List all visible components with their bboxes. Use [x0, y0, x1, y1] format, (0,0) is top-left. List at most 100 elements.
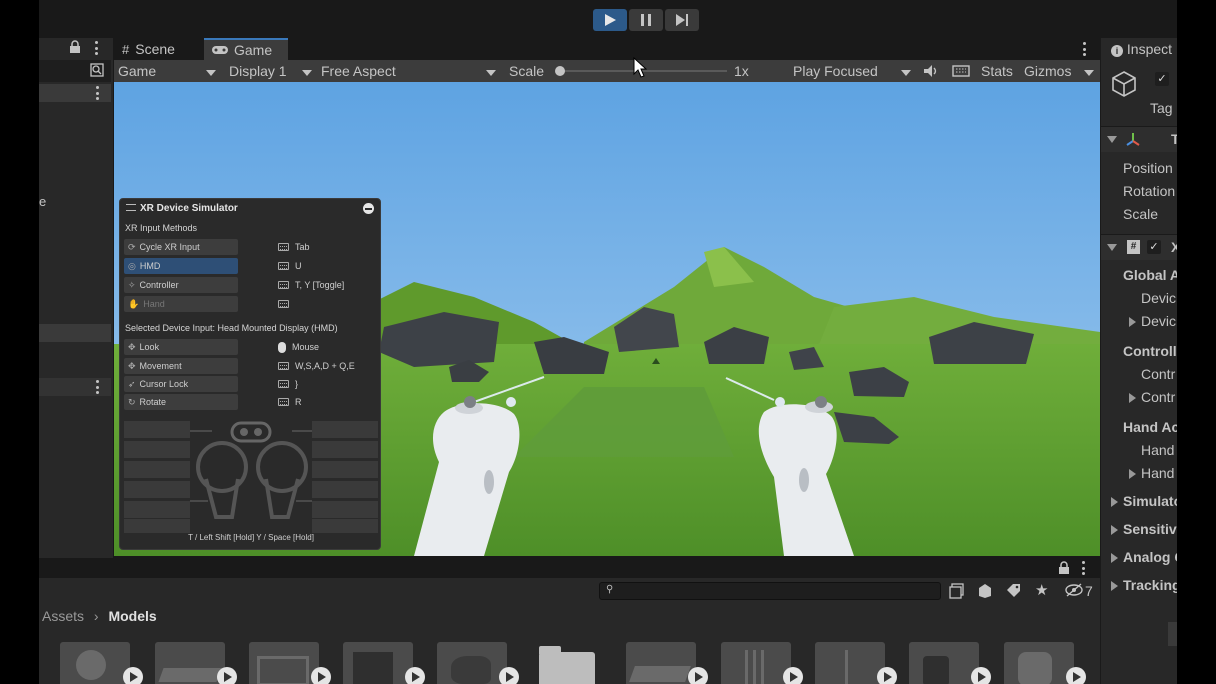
hash-icon: # [122, 41, 130, 57]
drag-handle-icon[interactable] [126, 204, 136, 211]
method-key [278, 296, 295, 312]
asset-thumbnail[interactable] [721, 642, 791, 684]
look-button[interactable]: ✥ Look [124, 339, 238, 355]
cursor-lock-button[interactable]: ➶ Cursor Lock [124, 376, 238, 392]
favorites-star-icon[interactable]: ★ [1035, 581, 1048, 599]
asset-thumbnail[interactable] [249, 642, 319, 684]
gizmos-dropdown[interactable]: Gizmos [1024, 62, 1096, 80]
play-preview-icon[interactable] [1066, 667, 1086, 684]
play-mode-dropdown[interactable]: Play Focused [793, 62, 915, 80]
hierarchy-row[interactable] [39, 378, 111, 396]
action-key: W,S,A,D + Q,E [278, 358, 355, 374]
breadcrumb-assets[interactable]: Assets [42, 608, 84, 624]
step-button[interactable] [665, 9, 699, 31]
inspector-row[interactable]: Contr [1141, 389, 1175, 405]
inspector-row[interactable]: Contr [1141, 366, 1175, 382]
play-preview-icon[interactable] [688, 667, 708, 684]
inspector-foldout[interactable]: Analog C [1123, 549, 1177, 565]
chevron-right-icon[interactable] [1111, 497, 1118, 507]
rotate-button[interactable]: ↻ Rotate [124, 394, 238, 410]
tag-icon[interactable] [1005, 583, 1021, 602]
cycle-icon: ⟳ [128, 241, 136, 252]
component-enabled-checkbox[interactable]: ✓ [1147, 240, 1161, 254]
hidden-packages-icon[interactable] [1065, 583, 1083, 600]
asset-thumbnail[interactable] [1004, 642, 1074, 684]
collapse-icon[interactable] [363, 203, 374, 214]
inspector-row[interactable]: Hand [1141, 465, 1174, 481]
search-icon [90, 63, 104, 80]
hand-button[interactable]: ✋ Hand [124, 296, 238, 312]
search-icon: ⚲ [606, 584, 614, 595]
lock-icon[interactable] [1058, 561, 1070, 578]
inspector-foldout[interactable]: Tracking [1123, 577, 1177, 593]
action-label: Cursor Lock [139, 379, 189, 389]
project-search-input[interactable]: ⚲ [599, 582, 941, 600]
method-label: Cycle XR Input [139, 242, 200, 252]
pause-button[interactable] [629, 9, 663, 31]
scale-slider-handle[interactable] [555, 66, 565, 76]
hmd-button[interactable]: ◎ HMD [124, 258, 238, 274]
asset-thumbnail[interactable] [60, 642, 130, 684]
xr-device-simulator-panel[interactable]: XR Device Simulator XR Input Methods ⟳ Cy… [119, 198, 381, 550]
chevron-right-icon[interactable] [1111, 553, 1118, 563]
inspector-foldout[interactable]: Simulato [1123, 493, 1177, 509]
chevron-down-icon [206, 70, 216, 76]
breadcrumb-models[interactable]: Models [108, 608, 156, 624]
chevron-right-icon[interactable] [1129, 469, 1136, 479]
play-preview-icon[interactable] [123, 667, 143, 684]
asset-thumbnail[interactable] [626, 642, 696, 684]
tab-scene[interactable]: # Scene [114, 38, 183, 60]
play-preview-icon[interactable] [499, 667, 519, 684]
asset-thumbnail[interactable] [437, 642, 507, 684]
inspector-row[interactable]: Devic [1141, 313, 1176, 329]
asset-thumbnail[interactable] [343, 642, 413, 684]
chevron-right-icon[interactable] [1111, 581, 1118, 591]
mouse-cursor-icon [633, 56, 648, 82]
hierarchy-item-fragment[interactable]: e [39, 194, 46, 209]
keyboard-icon[interactable] [952, 64, 970, 81]
action-label: Rotate [139, 397, 167, 407]
inspector-row[interactable]: Hand [1141, 442, 1174, 458]
row-menu-icon[interactable] [94, 380, 100, 394]
inspector-foldout[interactable]: Sensitiv [1123, 521, 1177, 537]
controller-button[interactable]: ✧ Controller [124, 277, 238, 293]
add-component-button[interactable] [1168, 622, 1177, 646]
play-preview-icon[interactable] [971, 667, 991, 684]
play-button[interactable] [593, 9, 627, 31]
movement-button[interactable]: ✥ Movement [124, 358, 238, 374]
play-preview-icon[interactable] [311, 667, 331, 684]
chevron-right-icon[interactable] [1111, 525, 1118, 535]
tab-scene-label: Scene [135, 41, 175, 57]
project-menu-icon[interactable] [1080, 561, 1086, 575]
play-preview-icon[interactable] [405, 667, 425, 684]
filter-by-type-icon[interactable] [949, 583, 965, 602]
asset-thumbnail[interactable] [909, 642, 979, 684]
inspector-tab[interactable]: i Inspect [1111, 41, 1172, 57]
active-checkbox[interactable]: ✓ [1155, 72, 1169, 86]
hierarchy-menu-icon[interactable] [93, 41, 99, 55]
stats-button[interactable]: Stats [981, 62, 1013, 80]
play-preview-icon[interactable] [783, 667, 803, 684]
audio-icon[interactable] [923, 64, 939, 81]
display-dropdown[interactable]: Display 1 [229, 62, 315, 80]
scene-menu-icon[interactable] [94, 86, 100, 100]
aspect-dropdown[interactable]: Free Aspect [321, 62, 499, 80]
tab-game[interactable]: Game [204, 38, 288, 60]
hierarchy-scene-row[interactable] [39, 84, 111, 102]
inspector-row[interactable]: Devic [1141, 290, 1176, 306]
chevron-right-icon[interactable] [1129, 393, 1136, 403]
chevron-right-icon[interactable] [1129, 317, 1136, 327]
filter-by-label-icon[interactable] [977, 583, 993, 602]
asset-thumbnail[interactable] [815, 642, 885, 684]
asset-thumbnail[interactable] [155, 642, 225, 684]
play-preview-icon[interactable] [217, 667, 237, 684]
lock-icon[interactable] [69, 40, 81, 57]
mode-dropdown[interactable]: Game [118, 62, 218, 80]
cursor-icon: ➶ [128, 378, 136, 389]
folder-icon[interactable] [539, 646, 595, 684]
view-menu-icon[interactable] [1081, 42, 1087, 56]
cycle-xr-input-button[interactable]: ⟳ Cycle XR Input [124, 239, 238, 255]
keyboard-icon [278, 281, 289, 289]
play-preview-icon[interactable] [877, 667, 897, 684]
hierarchy-row[interactable] [39, 324, 111, 342]
